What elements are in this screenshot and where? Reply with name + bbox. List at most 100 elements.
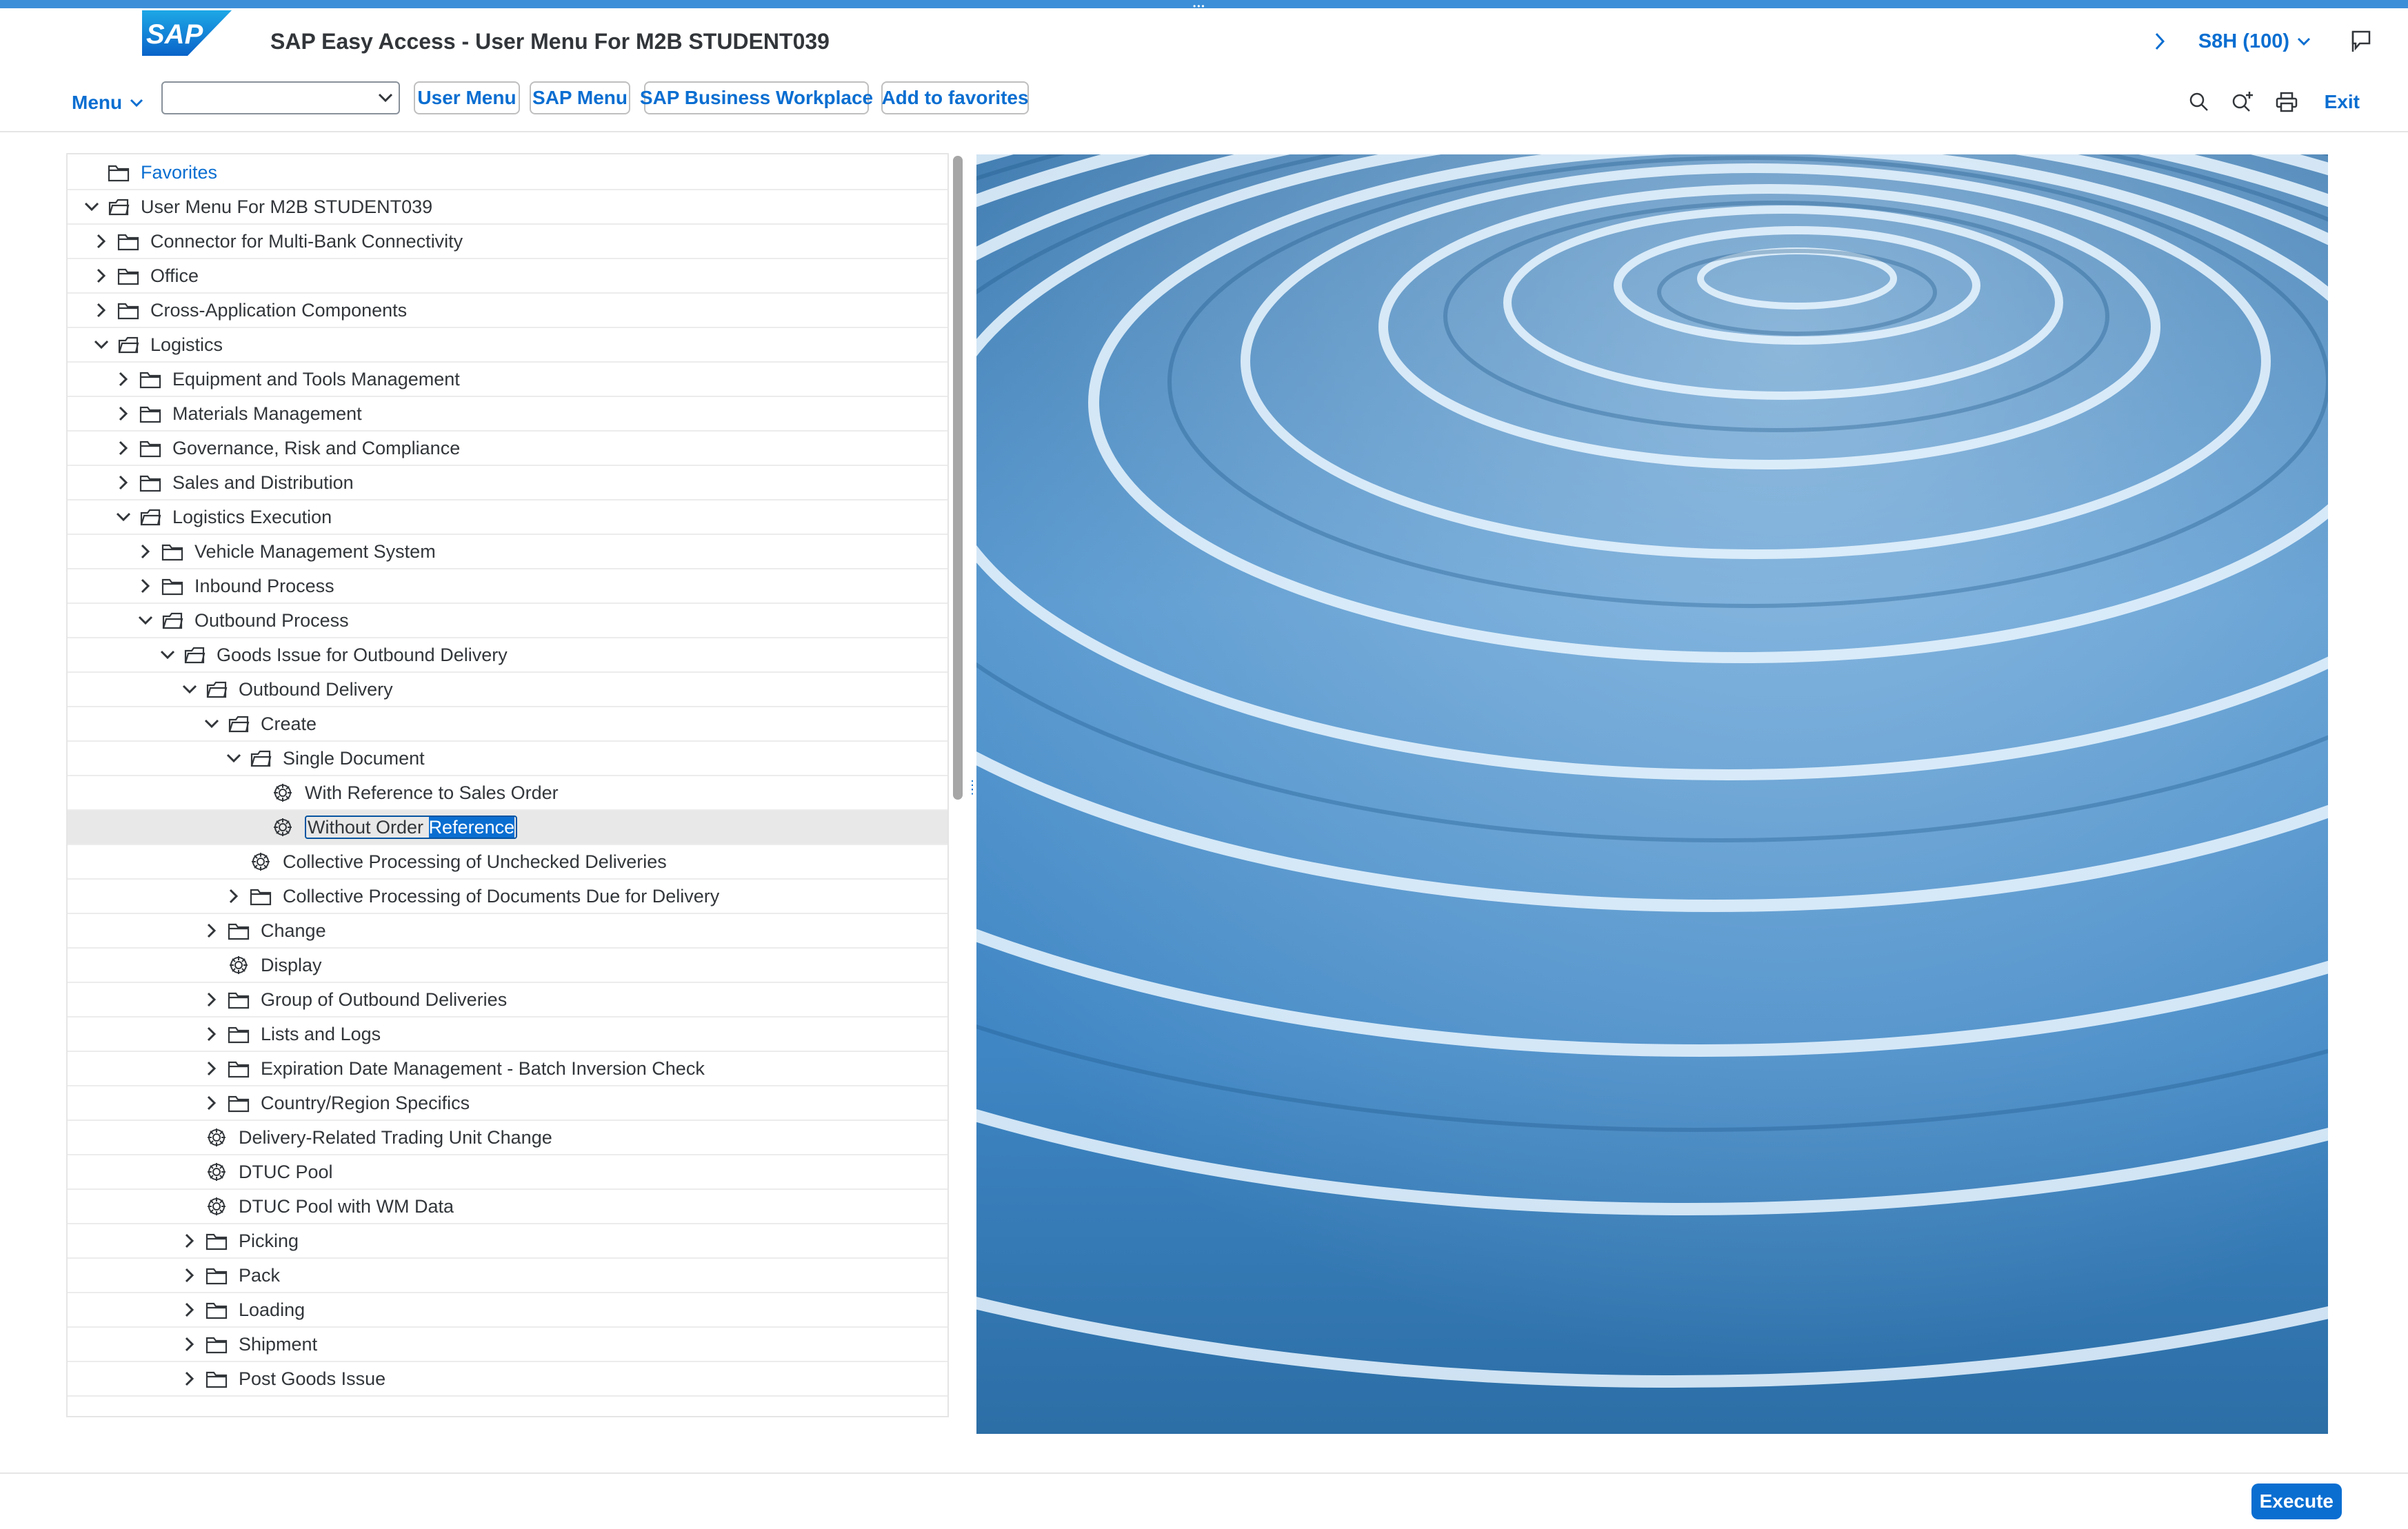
chevron-right-icon[interactable] (179, 1334, 200, 1355)
tree-node-label[interactable]: DTUC Pool (239, 1162, 333, 1183)
tree-node-label[interactable]: Lists and Logs (261, 1024, 381, 1045)
tree-node-label[interactable]: Outbound Delivery (239, 679, 393, 700)
chevron-right-icon[interactable] (113, 438, 134, 458)
tree-row[interactable]: Collective Processing of Documents Due f… (68, 880, 947, 914)
sap-business-workplace-button[interactable]: SAP Business Workplace (640, 81, 873, 114)
tree-node-label[interactable]: Without Order Reference (305, 815, 518, 839)
tree-node-label[interactable]: User Menu For M2B STUDENT039 (141, 196, 432, 218)
tree-row[interactable]: Outbound Process (68, 604, 947, 638)
tree-node-label[interactable]: Connector for Multi-Bank Connectivity (150, 231, 463, 252)
tree-node-label[interactable]: Favorites (141, 162, 217, 183)
tree-node-label[interactable]: Logistics Execution (172, 507, 332, 528)
tree-node-label[interactable]: Outbound Process (194, 610, 349, 631)
chevron-right-icon[interactable] (201, 1024, 222, 1044)
tree-row[interactable]: Picking (68, 1224, 947, 1259)
tree-node-label[interactable]: Governance, Risk and Compliance (172, 438, 460, 459)
transaction-code-combobox[interactable] (161, 81, 400, 114)
chevron-right-icon[interactable] (223, 886, 244, 907)
tree-row[interactable]: With Reference to Sales Order (68, 776, 947, 811)
tree-row[interactable]: Logistics (68, 328, 947, 363)
tree-row[interactable]: Logistics Execution (68, 500, 947, 535)
chevron-right-icon[interactable] (113, 369, 134, 389)
chevron-right-icon[interactable] (179, 1231, 200, 1251)
search-icon[interactable] (2188, 91, 2210, 113)
tree-row[interactable]: Goods Issue for Outbound Delivery (68, 638, 947, 673)
tree-row[interactable]: Cross-Application Components (68, 294, 947, 328)
tree-scrollbar[interactable] (953, 156, 963, 800)
tree-row[interactable]: Office (68, 259, 947, 294)
tree-node-label[interactable]: Single Document (283, 748, 425, 769)
chevron-right-icon[interactable] (201, 920, 222, 941)
tree-row[interactable]: Single Document (68, 742, 947, 776)
tree-row[interactable]: Shipment (68, 1328, 947, 1362)
tree-node-label[interactable]: Loading (239, 1299, 305, 1321)
tree-row[interactable]: Pack (68, 1259, 947, 1293)
tree-node-label[interactable]: Expiration Date Management - Batch Inver… (261, 1058, 705, 1080)
tree-row[interactable]: Country/Region Specifics (68, 1086, 947, 1121)
chevron-right-icon[interactable] (201, 989, 222, 1010)
tree-node-label[interactable]: Country/Region Specifics (261, 1093, 470, 1114)
chevron-down-icon[interactable] (377, 90, 394, 110)
tree-row[interactable]: Governance, Risk and Compliance (68, 432, 947, 466)
tree-row[interactable]: DTUC Pool (68, 1155, 947, 1190)
chevron-right-icon[interactable] (179, 1265, 200, 1286)
tree-row[interactable]: Collective Processing of Unchecked Deliv… (68, 845, 947, 880)
tree-row-selected[interactable]: Without Order Reference (68, 811, 947, 845)
chevron-right-icon[interactable] (201, 1058, 222, 1079)
tree-row[interactable]: DTUC Pool with WM Data (68, 1190, 947, 1224)
tree-row[interactable]: Vehicle Management System (68, 535, 947, 569)
chevron-right-icon[interactable] (2153, 31, 2167, 52)
tree-row[interactable]: Inbound Process (68, 569, 947, 604)
tree-node-label[interactable]: Cross-Application Components (150, 300, 407, 321)
chevron-down-icon[interactable] (179, 679, 200, 700)
tree-node-label[interactable]: Post Goods Issue (239, 1368, 385, 1390)
tree-row[interactable]: User Menu For M2B STUDENT039 (68, 190, 947, 225)
user-menu-button[interactable]: User Menu (414, 81, 520, 114)
add-to-favorites-button[interactable]: Add to favorites (881, 81, 1029, 114)
tree-node-label[interactable]: Change (261, 920, 326, 942)
tree-node-label[interactable]: Group of Outbound Deliveries (261, 989, 507, 1011)
print-icon[interactable] (2275, 91, 2298, 113)
chevron-right-icon[interactable] (91, 231, 112, 252)
tree-row[interactable]: Materials Management (68, 397, 947, 432)
selected-node-label[interactable]: Without Order Reference (305, 815, 518, 839)
feedback-icon[interactable] (2350, 30, 2372, 53)
chevron-right-icon[interactable] (113, 472, 134, 493)
tree-node-label[interactable]: Collective Processing of Documents Due f… (283, 886, 719, 907)
tree-row[interactable]: Loading (68, 1293, 947, 1328)
tree-node-label[interactable]: Create (261, 713, 317, 735)
chevron-down-icon[interactable] (223, 748, 244, 769)
tree-row[interactable]: Favorites (68, 156, 947, 190)
chevron-right-icon[interactable] (113, 403, 134, 424)
tree-node-label[interactable]: Inbound Process (194, 576, 334, 597)
tree-node-label[interactable]: Logistics (150, 334, 223, 356)
sap-logo[interactable]: SAP (142, 10, 232, 56)
chevron-right-icon[interactable] (91, 265, 112, 286)
system-selector[interactable]: S8H (100) (2198, 30, 2311, 53)
tree-node-label[interactable]: DTUC Pool with WM Data (239, 1196, 454, 1217)
chevron-right-icon[interactable] (135, 576, 156, 596)
execute-button[interactable]: Execute (2251, 1484, 2342, 1519)
tree-row[interactable]: Connector for Multi-Bank Connectivity (68, 225, 947, 259)
tree-row[interactable]: Create (68, 707, 947, 742)
chevron-right-icon[interactable] (91, 300, 112, 321)
tree-row[interactable]: Outbound Delivery (68, 673, 947, 707)
tree-row[interactable]: Display (68, 949, 947, 983)
tree-row[interactable]: Lists and Logs (68, 1017, 947, 1052)
exit-button[interactable]: Exit (2325, 91, 2360, 113)
tree-node-label[interactable]: Office (150, 265, 199, 287)
tree-node-label[interactable]: Goods Issue for Outbound Delivery (217, 645, 508, 666)
tree-row[interactable]: Sales and Distribution (68, 466, 947, 500)
tree-node-label[interactable]: With Reference to Sales Order (305, 782, 559, 804)
chevron-right-icon[interactable] (179, 1368, 200, 1389)
tree-node-label[interactable]: Collective Processing of Unchecked Deliv… (283, 851, 667, 873)
tree-row[interactable]: Change (68, 914, 947, 949)
tree-node-label[interactable]: Sales and Distribution (172, 472, 354, 494)
sap-menu-button[interactable]: SAP Menu (530, 81, 630, 114)
chevron-down-icon[interactable] (113, 507, 134, 527)
tree-node-label[interactable]: Display (261, 955, 322, 976)
chevron-down-icon[interactable] (91, 334, 112, 355)
tree-node-label[interactable]: Vehicle Management System (194, 541, 436, 563)
chevron-right-icon[interactable] (179, 1299, 200, 1320)
tree-node-label[interactable]: Pack (239, 1265, 280, 1286)
